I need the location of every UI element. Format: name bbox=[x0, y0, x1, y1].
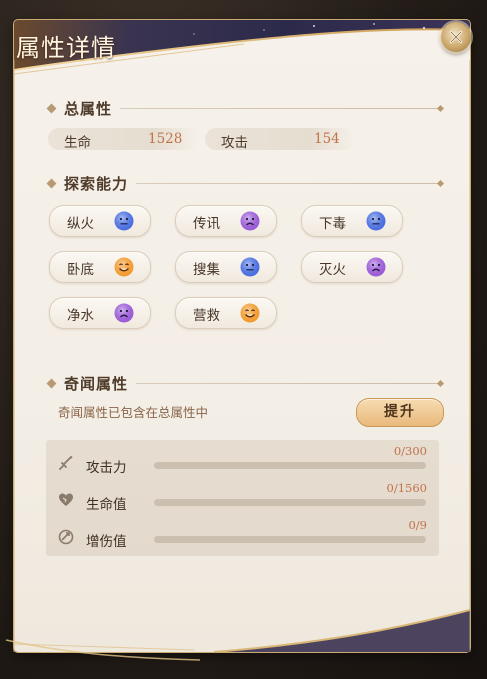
attr-label: 增伤值 bbox=[86, 534, 127, 550]
rare-description: 奇闻属性已包含在总属性中 bbox=[58, 405, 209, 420]
section-header-rare: 奇闻属性 bbox=[46, 373, 129, 393]
attr-row-damage: 增伤值 0/9 bbox=[46, 518, 439, 552]
ability-label: 下毒 bbox=[319, 216, 346, 232]
diamond-icon bbox=[46, 103, 57, 113]
attr-row-hp: 生命值 0/1560 bbox=[46, 481, 439, 515]
ability-chip-rescue[interactable]: 营救 bbox=[175, 297, 277, 329]
diamond-icon bbox=[46, 378, 57, 388]
section-header-explore: 探索能力 bbox=[46, 173, 129, 193]
panel-title: 属性详情 bbox=[16, 34, 116, 62]
attr-progress-track bbox=[154, 499, 426, 506]
section-divider bbox=[136, 383, 438, 384]
ability-chip-purify[interactable]: 净水 bbox=[49, 297, 151, 329]
ability-label: 纵火 bbox=[67, 216, 94, 232]
neutral-face-icon bbox=[240, 257, 260, 277]
ability-label: 传讯 bbox=[193, 216, 220, 232]
ability-label: 卧底 bbox=[67, 262, 94, 278]
attr-value: 0/300 bbox=[393, 444, 427, 458]
stat-value: 154 bbox=[314, 131, 340, 147]
happy-face-icon bbox=[114, 257, 134, 277]
stat-label: 攻击 bbox=[221, 135, 248, 151]
attr-row-attack: 攻击力 0/300 bbox=[46, 444, 439, 478]
ability-chip-message[interactable]: 传讯 bbox=[175, 205, 277, 237]
section-title-rare: 奇闻属性 bbox=[64, 374, 129, 393]
attr-label: 攻击力 bbox=[86, 460, 127, 476]
divider-end-icon bbox=[436, 179, 445, 188]
happy-face-icon bbox=[240, 303, 260, 323]
attr-label: 生命值 bbox=[86, 497, 127, 513]
ability-chip-gather[interactable]: 搜集 bbox=[175, 251, 277, 283]
section-divider bbox=[136, 183, 438, 184]
panel-banner: 属性详情 bbox=[14, 20, 470, 78]
diamond-icon bbox=[46, 178, 57, 188]
attr-progress-track bbox=[154, 462, 426, 469]
sad-face-icon bbox=[114, 303, 134, 323]
sad-face-icon bbox=[240, 211, 260, 231]
sad-face-icon bbox=[366, 257, 386, 277]
stat-label: 生命 bbox=[64, 135, 91, 151]
section-title-total: 总属性 bbox=[64, 99, 113, 118]
stat-attack: 攻击 154 bbox=[205, 128, 355, 151]
sword-icon bbox=[59, 456, 73, 470]
stat-value: 1528 bbox=[148, 131, 183, 147]
ability-chip-arson[interactable]: 纵火 bbox=[49, 205, 151, 237]
close-button[interactable] bbox=[441, 22, 471, 52]
attr-progress-track bbox=[154, 536, 426, 543]
damage-boost-icon bbox=[58, 529, 74, 545]
section-divider bbox=[120, 108, 438, 109]
attr-value: 0/1560 bbox=[386, 481, 427, 495]
ability-label: 灭火 bbox=[319, 262, 346, 278]
ability-label: 搜集 bbox=[193, 262, 220, 278]
attr-value: 0/9 bbox=[408, 518, 427, 532]
upgrade-button[interactable]: 提升 bbox=[356, 398, 444, 427]
neutral-face-icon bbox=[114, 211, 134, 231]
heart-icon bbox=[59, 493, 73, 506]
rare-attributes-box: 攻击力 0/300 生命值 0/1560 增伤值 0/9 bbox=[46, 440, 439, 556]
divider-end-icon bbox=[436, 104, 445, 113]
close-icon bbox=[449, 30, 463, 44]
ability-chip-extinguish[interactable]: 灭火 bbox=[301, 251, 403, 283]
ability-label: 营救 bbox=[193, 308, 220, 324]
stat-hp: 生命 1528 bbox=[48, 128, 198, 151]
panel-bottom-decoration bbox=[14, 600, 470, 652]
ability-label: 净水 bbox=[67, 308, 94, 324]
divider-end-icon bbox=[436, 379, 445, 388]
attribute-detail-panel: 属性详情 总属性 探索能力 奇闻属性 bbox=[14, 20, 470, 652]
neutral-face-icon bbox=[366, 211, 386, 231]
ability-chip-poison[interactable]: 下毒 bbox=[301, 205, 403, 237]
ability-chip-undercover[interactable]: 卧底 bbox=[49, 251, 151, 283]
section-title-explore: 探索能力 bbox=[64, 174, 129, 193]
section-header-total: 总属性 bbox=[46, 98, 113, 118]
